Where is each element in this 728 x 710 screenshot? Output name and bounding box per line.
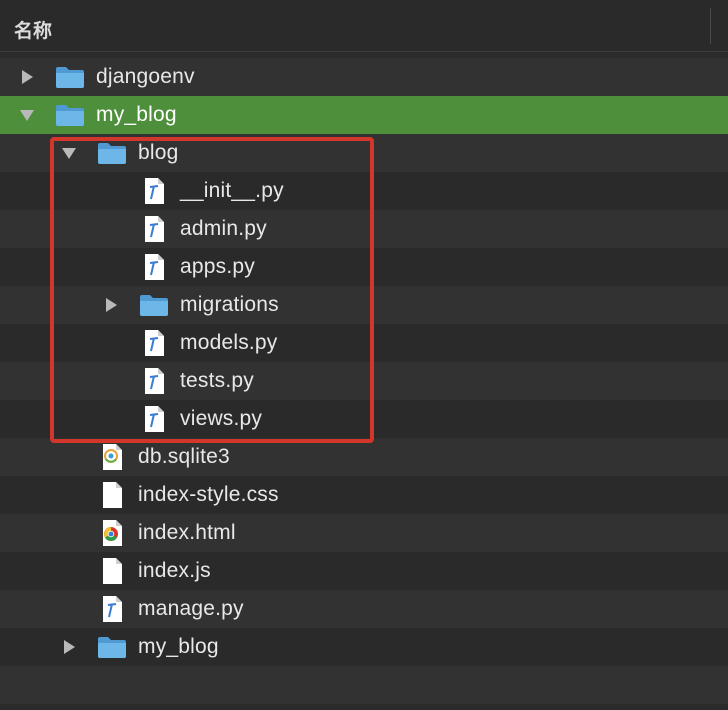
tree-row-label: djangoenv	[96, 65, 195, 88]
folder-icon	[96, 634, 128, 660]
sqlite-file-icon	[96, 444, 128, 470]
blank-file-icon	[96, 558, 128, 584]
disclosure-expanded-icon[interactable]	[60, 144, 78, 162]
folder-icon	[96, 140, 128, 166]
tree-row[interactable]: manage.py	[0, 590, 728, 628]
tree-row[interactable]: admin.py	[0, 210, 728, 248]
file-tree: djangoenv my_blog blog __init__.py admin…	[0, 58, 728, 704]
tree-row[interactable]: blog	[0, 134, 728, 172]
tree-row-label: views.py	[180, 407, 263, 430]
tree-row[interactable]: models.py	[0, 324, 728, 362]
tree-row-label: index.js	[138, 559, 211, 582]
chrome-html-icon	[96, 520, 128, 546]
tree-row-label: index.html	[138, 521, 236, 544]
disclosure-expanded-icon[interactable]	[18, 106, 36, 124]
python-file-icon	[138, 406, 170, 432]
tree-row[interactable]: index-style.css	[0, 476, 728, 514]
folder-icon	[54, 64, 86, 90]
tree-row[interactable]: tests.py	[0, 362, 728, 400]
tree-row-label: my_blog	[96, 103, 177, 126]
tree-row-label: tests.py	[180, 369, 254, 392]
tree-row-label: db.sqlite3	[138, 445, 230, 468]
disclosure-collapsed-icon[interactable]	[102, 296, 120, 314]
tree-row[interactable]: db.sqlite3	[0, 438, 728, 476]
disclosure-collapsed-icon[interactable]	[18, 68, 36, 86]
tree-row[interactable]: views.py	[0, 400, 728, 438]
tree-row-label: my_blog	[138, 635, 219, 658]
tree-row-label: admin.py	[180, 217, 267, 240]
column-divider[interactable]	[710, 8, 711, 44]
tree-row[interactable]: index.html	[0, 514, 728, 552]
column-header-name[interactable]: 名称	[14, 16, 52, 43]
tree-row[interactable]: migrations	[0, 286, 728, 324]
python-file-icon	[96, 596, 128, 622]
tree-row-label: models.py	[180, 331, 278, 354]
python-file-icon	[138, 368, 170, 394]
python-file-icon	[138, 254, 170, 280]
python-file-icon	[138, 216, 170, 242]
tree-row[interactable]: my_blog	[0, 628, 728, 666]
blank-file-icon	[96, 482, 128, 508]
tree-row-label: __init__.py	[180, 179, 284, 202]
python-file-icon	[138, 178, 170, 204]
tree-row-label: apps.py	[180, 255, 255, 278]
folder-icon	[138, 292, 170, 318]
tree-row-label: migrations	[180, 293, 279, 316]
tree-row-label: index-style.css	[138, 483, 279, 506]
tree-row[interactable]: index.js	[0, 552, 728, 590]
folder-icon	[54, 102, 86, 128]
tree-row-label: manage.py	[138, 597, 244, 620]
tree-row[interactable]: apps.py	[0, 248, 728, 286]
python-file-icon	[138, 330, 170, 356]
empty-row	[0, 666, 728, 704]
tree-row[interactable]: my_blog	[0, 96, 728, 134]
column-header[interactable]: 名称	[0, 0, 728, 52]
tree-row-label: blog	[138, 141, 179, 164]
disclosure-collapsed-icon[interactable]	[60, 638, 78, 656]
tree-row[interactable]: djangoenv	[0, 58, 728, 96]
tree-row[interactable]: __init__.py	[0, 172, 728, 210]
